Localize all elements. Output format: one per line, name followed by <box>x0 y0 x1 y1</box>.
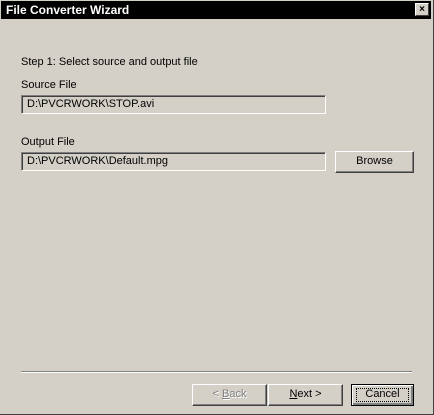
source-file-label: Source File <box>21 79 77 91</box>
output-file-label: Output File <box>21 136 75 148</box>
source-file-field[interactable]: D:\PVCRWORK\STOP.avi <box>21 95 326 114</box>
next-button[interactable]: Next > <box>268 384 343 406</box>
window-title: File Converter Wizard <box>6 3 130 17</box>
close-icon[interactable]: × <box>415 3 429 16</box>
back-prefix: < <box>212 388 222 400</box>
browse-button[interactable]: Browse <box>335 151 414 173</box>
back-button: < Back <box>192 384 267 406</box>
title-bar[interactable]: File Converter Wizard × <box>1 1 431 19</box>
back-rest: ack <box>229 388 247 400</box>
next-rest: ext > <box>297 388 322 400</box>
cancel-button[interactable]: Cancel <box>351 384 414 406</box>
footer-separator <box>21 371 412 373</box>
step-label: Step 1: Select source and output file <box>21 56 198 68</box>
file-converter-wizard-window: File Converter Wizard × Step 1: Select s… <box>0 0 434 415</box>
output-file-field[interactable]: D:\PVCRWORK\Default.mpg <box>21 152 326 171</box>
focus-rect <box>356 388 409 402</box>
